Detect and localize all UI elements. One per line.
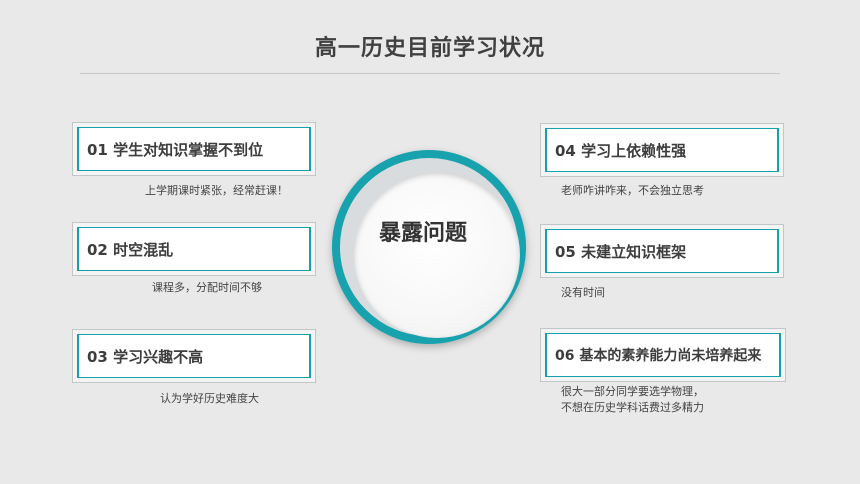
center-circle <box>332 150 526 344</box>
center-label: 暴露问题 <box>378 221 467 246</box>
problem-box-05: 05 未建立知识框架 <box>540 224 784 278</box>
problem-label-01: 01 学生对知识掌握不到位 <box>79 128 309 170</box>
problem-label-06: 06 基本的素养能力尚未培养起来 <box>547 334 779 376</box>
title-divider <box>80 73 780 74</box>
problem-label-03: 03 学习兴趣不高 <box>79 335 309 377</box>
problem-desc-02: 课程多，分配时间不够 <box>152 281 262 294</box>
page-title: 高一历史目前学习状况 <box>314 36 545 61</box>
problem-desc-06: 很大一部分同学要选学物理， 不想在历史学科话费过多精力 <box>561 385 704 414</box>
problem-box-02: 02 时空混乱 <box>72 222 316 276</box>
problem-label-04: 04 学习上依赖性强 <box>547 129 777 171</box>
problem-box-06: 06 基本的素养能力尚未培养起来 <box>540 328 786 382</box>
problem-label-05: 05 未建立知识框架 <box>547 230 777 272</box>
problem-box-03: 03 学习兴趣不高 <box>72 329 316 383</box>
problem-desc-03: 认为学好历史难度大 <box>160 392 259 405</box>
problem-box-01: 01 学生对知识掌握不到位 <box>72 122 316 176</box>
problem-desc-05: 没有时间 <box>561 286 605 299</box>
problem-box-04: 04 学习上依赖性强 <box>540 123 784 177</box>
problem-desc-01: 上学期课时紧张，经常赶课！ <box>145 184 288 197</box>
problem-desc-04: 老师咋讲咋来，不会独立思考 <box>561 184 704 197</box>
problem-label-02: 02 时空混乱 <box>79 228 309 270</box>
